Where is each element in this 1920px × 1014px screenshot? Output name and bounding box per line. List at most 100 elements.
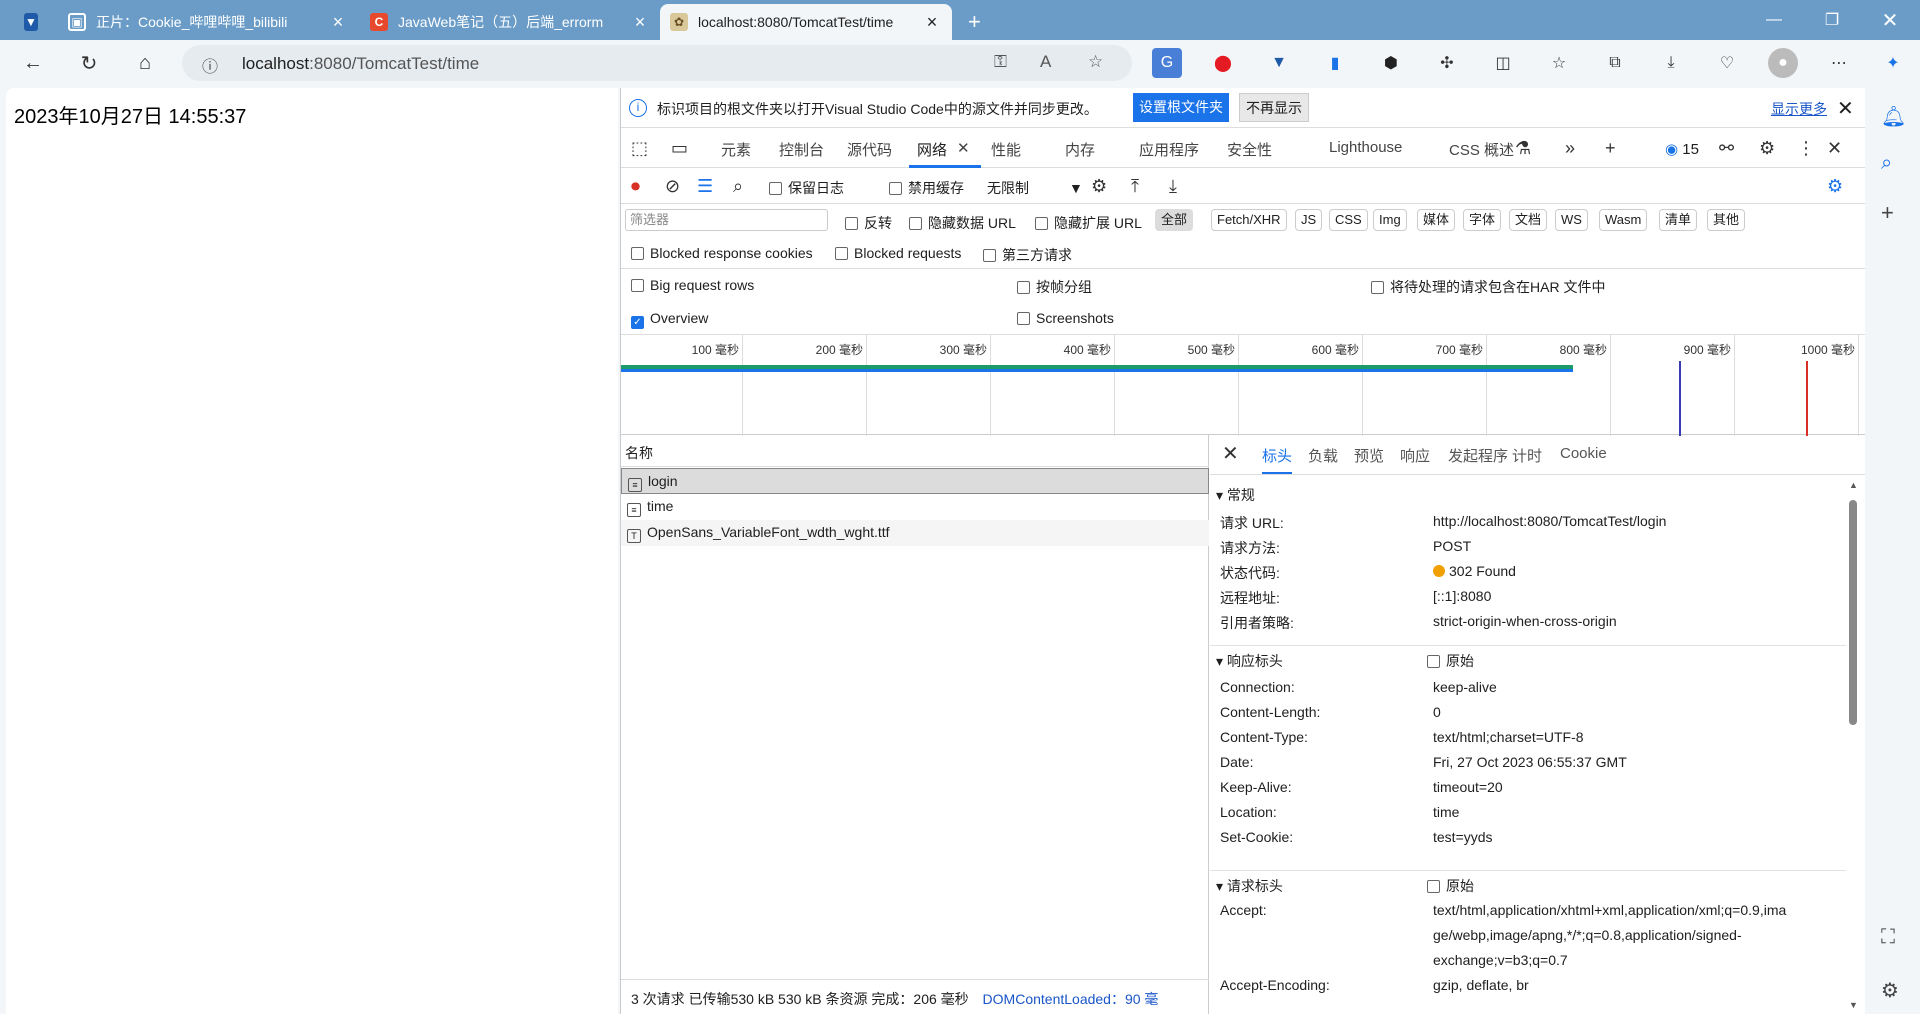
- split-screen-icon[interactable]: ◫: [1488, 48, 1518, 78]
- sidebar-settings-icon[interactable]: ⚙: [1881, 978, 1899, 1003]
- tab-css-overview[interactable]: CSS 概述: [1449, 139, 1514, 160]
- tab-performance[interactable]: 性能: [991, 139, 1021, 160]
- refresh-button[interactable]: ↻: [72, 46, 106, 80]
- section-general[interactable]: ▾ 常规: [1210, 480, 1846, 506]
- request-row-time[interactable]: ≡ time: [621, 494, 1209, 520]
- section-response-headers[interactable]: ▾ 响应标头 原始: [1210, 645, 1846, 671]
- disable-cache-checkbox[interactable]: 禁用缓存: [889, 178, 964, 198]
- filter-input[interactable]: 筛选器: [625, 209, 828, 231]
- home-button[interactable]: ⌂: [128, 46, 162, 80]
- star-icon[interactable]: ☆: [1088, 52, 1103, 72]
- tab-application[interactable]: 应用程序: [1139, 139, 1199, 160]
- copilot-icon[interactable]: ✦: [1878, 48, 1908, 78]
- tab-sources[interactable]: 源代码: [847, 139, 892, 160]
- info-icon[interactable]: ⓘ: [202, 53, 218, 77]
- collections-icon[interactable]: ⧉: [1600, 48, 1630, 78]
- tab-timing[interactable]: 计时: [1512, 445, 1542, 466]
- performance-icon[interactable]: ♡: [1712, 48, 1742, 78]
- throttling-select[interactable]: 无限制 ▼: [987, 178, 1083, 198]
- raw-checkbox[interactable]: 原始: [1427, 876, 1474, 896]
- tab-console[interactable]: 控制台: [779, 139, 824, 160]
- minimize-button[interactable]: —: [1746, 0, 1802, 40]
- big-rows-checkbox[interactable]: Big request rows: [631, 277, 754, 293]
- more-tabs-icon[interactable]: »: [1565, 138, 1575, 159]
- close-icon[interactable]: ✕: [1837, 96, 1854, 121]
- kebab-menu-icon[interactable]: ⋮: [1797, 138, 1815, 159]
- tab-cookies[interactable]: Cookie: [1560, 445, 1607, 462]
- preserve-log-checkbox[interactable]: 保留日志: [769, 178, 844, 198]
- tab-memory[interactable]: 内存: [1065, 139, 1095, 160]
- filter-chip-doc[interactable]: 文档: [1509, 209, 1548, 231]
- tab-initiator[interactable]: 发起程序: [1448, 445, 1508, 466]
- blocked-requests-checkbox[interactable]: Blocked requests: [835, 245, 961, 261]
- adblock-extension-icon[interactable]: ⬤: [1208, 48, 1238, 78]
- back-button[interactable]: ←: [16, 46, 50, 80]
- request-row-font[interactable]: T OpenSans_VariableFont_wdth_wght.ttf: [621, 520, 1209, 546]
- filter-chip-fetch[interactable]: Fetch/XHR: [1211, 209, 1287, 231]
- filter-chip-img[interactable]: Img: [1373, 209, 1407, 231]
- close-icon[interactable]: ✕: [957, 139, 970, 157]
- group-by-frame-checkbox[interactable]: 按帧分组: [1017, 277, 1092, 297]
- vue-extension-icon[interactable]: ▼: [1264, 48, 1294, 78]
- set-root-folder-button[interactable]: 设置根文件夹: [1133, 93, 1229, 122]
- tab-headers[interactable]: 标头: [1262, 445, 1293, 474]
- tab-response[interactable]: 响应: [1400, 445, 1430, 466]
- invert-checkbox[interactable]: 反转: [845, 213, 892, 233]
- filter-chip-all[interactable]: 全部: [1155, 209, 1194, 231]
- network-overview-timeline[interactable]: 100 毫秒 200 毫秒 300 毫秒 400 毫秒 500 毫秒 600 毫…: [621, 334, 1866, 436]
- puzzle-icon[interactable]: ✣: [1432, 48, 1462, 78]
- section-request-headers[interactable]: ▾ 请求标头 原始: [1210, 870, 1846, 896]
- scroll-up-icon[interactable]: ▲: [1849, 480, 1858, 490]
- export-har-icon[interactable]: ⤓: [1169, 176, 1177, 197]
- search-icon[interactable]: ⌕: [1881, 152, 1892, 175]
- filter-chip-js[interactable]: JS: [1295, 209, 1323, 231]
- close-icon[interactable]: ×: [922, 12, 942, 33]
- tab-pinned[interactable]: ▼: [14, 4, 58, 40]
- import-har-icon[interactable]: ⤒: [1131, 176, 1139, 197]
- request-row-login[interactable]: ≡ login: [621, 468, 1209, 494]
- blocked-cookies-checkbox[interactable]: Blocked response cookies: [631, 245, 813, 261]
- show-more-link[interactable]: 显示更多: [1771, 99, 1827, 119]
- raw-checkbox[interactable]: 原始: [1427, 651, 1474, 671]
- tab-elements[interactable]: 元素: [721, 139, 751, 160]
- more-menu-icon[interactable]: ⋯: [1824, 48, 1854, 78]
- avatar[interactable]: ●: [1768, 48, 1798, 78]
- search-icon[interactable]: ⌕: [733, 176, 743, 197]
- tab-lighthouse[interactable]: Lighthouse: [1329, 139, 1402, 156]
- close-devtools-icon[interactable]: ✕: [1827, 138, 1842, 159]
- har-pending-checkbox[interactable]: 将待处理的请求包含在HAR 文件中: [1371, 277, 1605, 297]
- hide-data-url-checkbox[interactable]: 隐藏数据 URL: [909, 213, 1016, 233]
- issues-icon[interactable]: ◉ 15: [1665, 140, 1699, 158]
- filter-chip-wasm[interactable]: Wasm: [1599, 209, 1648, 231]
- close-icon[interactable]: ×: [328, 12, 348, 33]
- close-icon[interactable]: ×: [630, 12, 650, 33]
- filter-icon[interactable]: ☰: [697, 176, 713, 197]
- overview-checkbox[interactable]: ✓ Overview: [631, 310, 708, 329]
- network-conditions-icon[interactable]: ⚙: [1091, 176, 1107, 197]
- screenshots-checkbox[interactable]: Screenshots: [1017, 310, 1114, 326]
- extension-icon[interactable]: ▮: [1320, 48, 1350, 78]
- translate-extension-icon[interactable]: G: [1152, 48, 1182, 78]
- connect-icon[interactable]: ⚯: [1719, 138, 1734, 159]
- filter-chip-manifest[interactable]: 清单: [1659, 209, 1698, 231]
- inspect-icon[interactable]: ⬚: [631, 138, 648, 159]
- address-bar[interactable]: ⓘ localhost:8080/TomcatTest/time ⚿ A ☆: [182, 45, 1132, 81]
- download-icon[interactable]: ⤓: [1656, 48, 1686, 78]
- filter-chip-media[interactable]: 媒体: [1417, 209, 1456, 231]
- filter-chip-font[interactable]: 字体: [1463, 209, 1502, 231]
- plus-icon[interactable]: +: [1605, 138, 1616, 159]
- favorites-icon[interactable]: ☆: [1544, 48, 1574, 78]
- gear-icon[interactable]: ⚙: [1759, 138, 1775, 159]
- third-party-checkbox[interactable]: 第三方请求: [983, 245, 1072, 265]
- bell-icon[interactable]: 🔔︎: [1881, 104, 1906, 129]
- add-icon[interactable]: +: [1881, 200, 1894, 226]
- filter-chip-other[interactable]: 其他: [1707, 209, 1746, 231]
- filter-chip-css[interactable]: CSS: [1329, 209, 1368, 231]
- shield-extension-icon[interactable]: ⬢: [1376, 48, 1406, 78]
- device-toolbar-icon[interactable]: ▭: [671, 138, 688, 159]
- record-icon[interactable]: ⏺: [631, 176, 640, 197]
- network-settings-icon[interactable]: ⚙: [1827, 176, 1843, 197]
- key-icon[interactable]: ⚿: [994, 52, 1007, 72]
- column-header-name[interactable]: 名称: [621, 435, 1209, 467]
- details-scrollbar[interactable]: ▲ ▼: [1848, 480, 1858, 1014]
